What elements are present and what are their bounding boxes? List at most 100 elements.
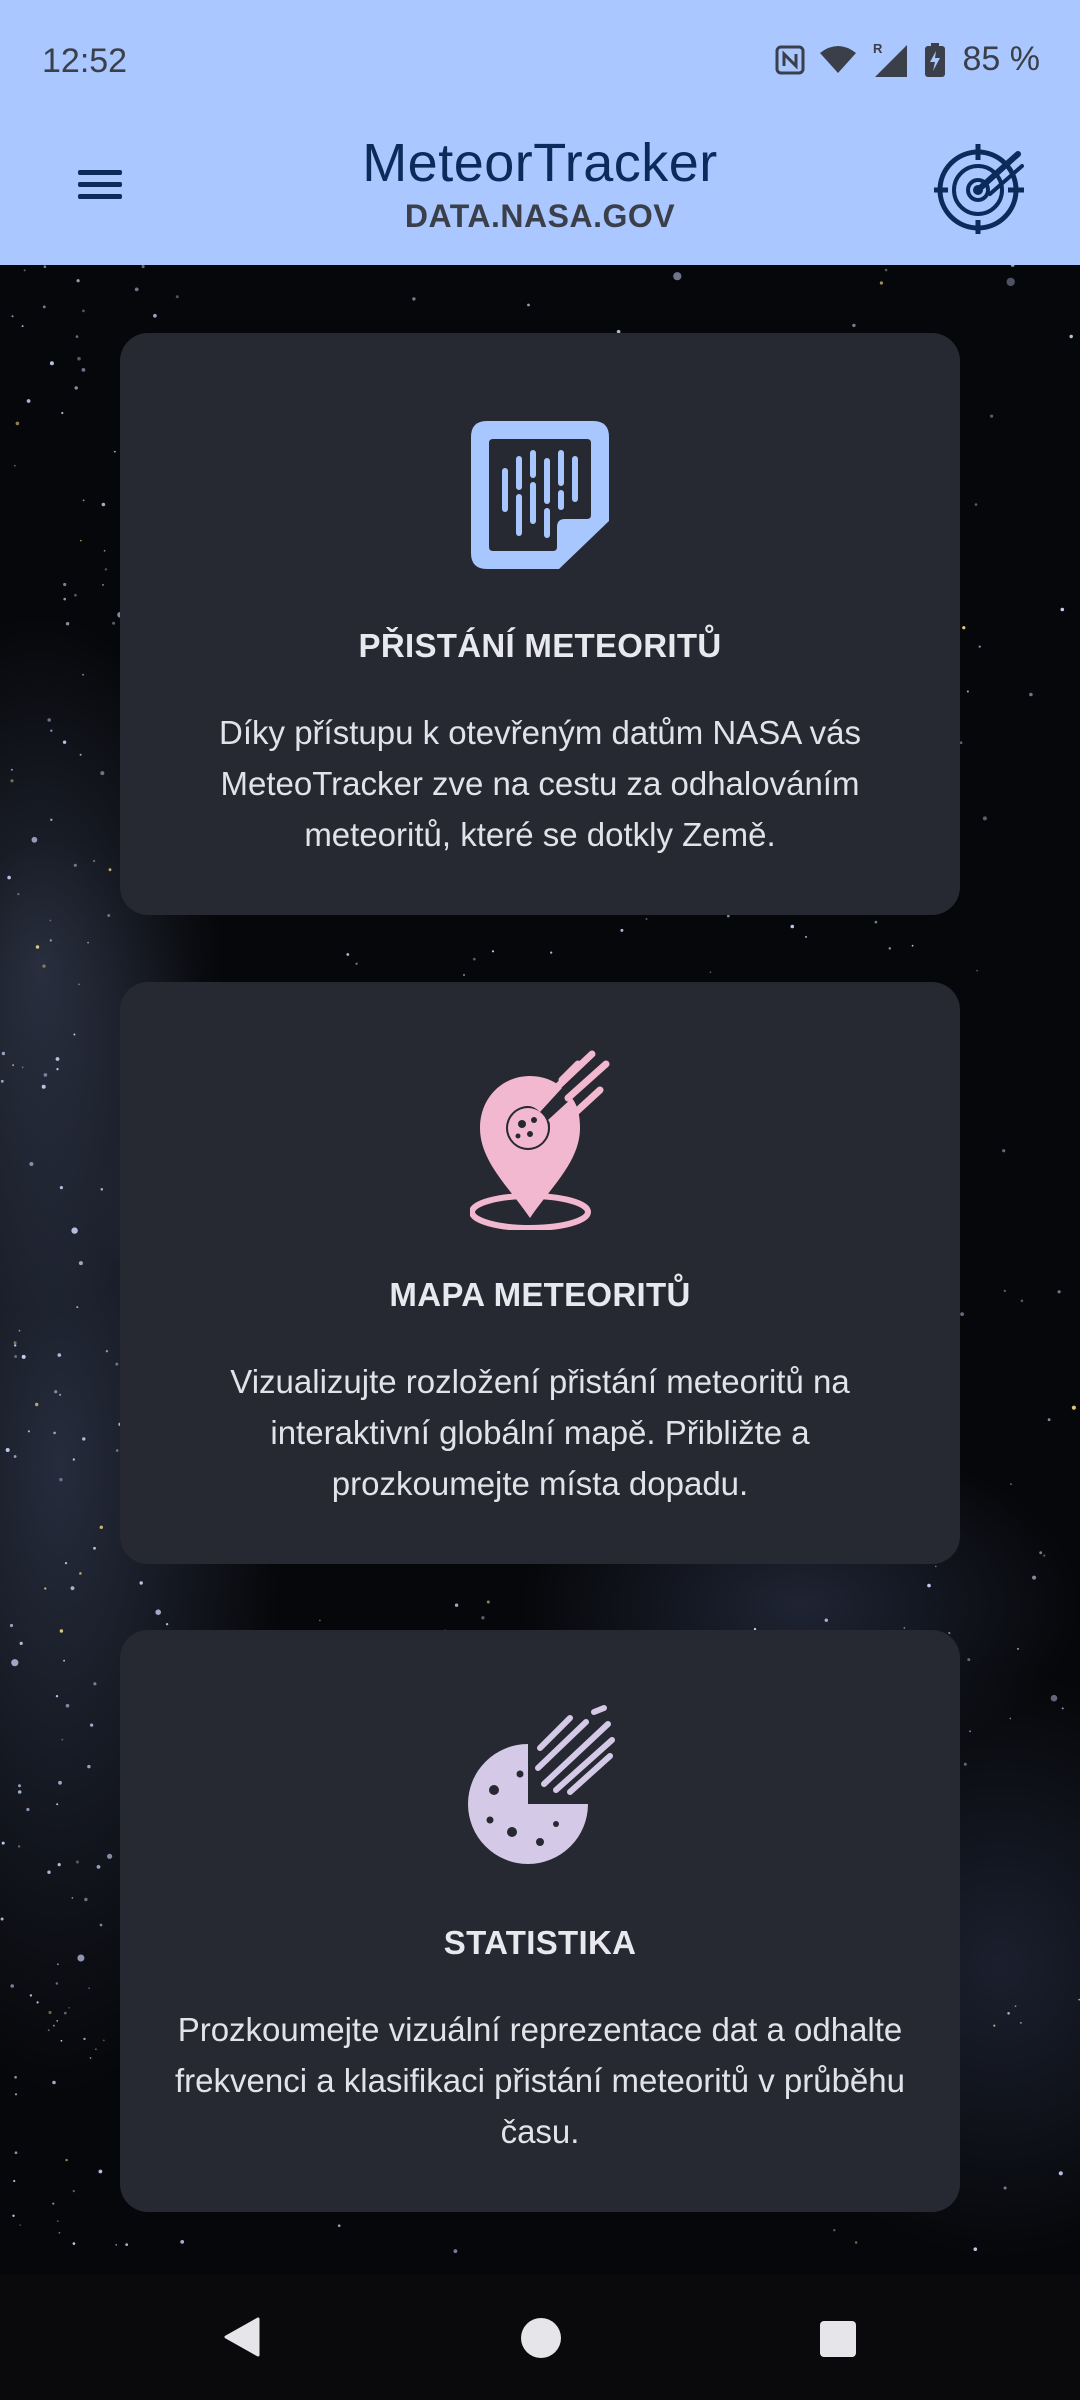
star <box>13 1455 17 1458</box>
star <box>79 1572 82 1575</box>
star <box>888 947 891 950</box>
star <box>1050 1694 1058 1702</box>
star <box>974 503 978 506</box>
star <box>56 1803 59 1806</box>
star <box>11 1659 19 1667</box>
star <box>82 499 85 502</box>
card-description: Vizualizujte rozložení přistání meteorit… <box>230 1363 850 1502</box>
star <box>47 1870 51 1874</box>
star <box>78 983 80 986</box>
star <box>153 313 157 318</box>
meteorite-landings-icon <box>467 417 613 573</box>
star <box>76 279 80 283</box>
star <box>56 2020 59 2022</box>
star <box>1010 265 1015 267</box>
star <box>99 1923 103 1927</box>
star <box>1003 2186 1007 2190</box>
star <box>72 1458 75 1461</box>
star <box>14 2151 18 2154</box>
star <box>64 2011 67 2015</box>
card-statistics[interactable]: STATISTIKA Prozkoumejte vizuální repreze… <box>120 1630 960 2212</box>
star <box>49 939 52 942</box>
star <box>62 740 67 744</box>
star <box>76 1306 79 1309</box>
star <box>727 914 730 918</box>
star <box>47 2029 50 2032</box>
star <box>98 2169 103 2174</box>
star <box>102 583 104 586</box>
star <box>26 1807 30 1812</box>
star <box>108 868 112 872</box>
star <box>12 1064 14 1066</box>
svg-text:R: R <box>873 41 883 56</box>
star <box>96 1865 101 1869</box>
star <box>75 1860 79 1864</box>
star <box>57 1353 62 1357</box>
home-icon[interactable] <box>519 2316 563 2365</box>
star <box>100 1188 104 1191</box>
star <box>74 386 78 390</box>
star <box>10 1984 14 1988</box>
star <box>82 1437 86 1441</box>
star <box>68 2007 70 2009</box>
star <box>1058 2171 1063 2176</box>
star <box>854 2241 858 2244</box>
star <box>969 1730 971 1733</box>
star <box>15 421 20 426</box>
star <box>81 368 86 372</box>
star <box>993 2024 996 2027</box>
star <box>93 1682 97 1686</box>
star <box>63 597 66 601</box>
star <box>155 1609 161 1615</box>
star <box>95 2048 97 2050</box>
star <box>77 1954 85 1962</box>
star <box>1020 1299 1024 1303</box>
radar-button[interactable] <box>932 140 1028 236</box>
star <box>65 622 70 626</box>
star <box>1060 607 1065 612</box>
star <box>19 1641 23 1645</box>
wifi-icon <box>819 45 857 75</box>
star <box>139 1581 143 1585</box>
star <box>72 2189 76 2193</box>
star <box>125 2243 129 2246</box>
star <box>550 951 553 954</box>
star <box>10 768 13 771</box>
star <box>960 1312 964 1316</box>
battery-percent: 85 % <box>962 40 1041 78</box>
star <box>1071 1405 1076 1410</box>
star <box>74 593 77 597</box>
recents-icon[interactable] <box>818 2319 858 2364</box>
card-meteorite-landings[interactable]: PŘISTÁNÍ METEORITŮ Díky přístupu k otevř… <box>120 333 960 915</box>
star <box>13 2179 16 2183</box>
back-icon[interactable] <box>220 2315 264 2364</box>
star <box>0 1917 4 1921</box>
star <box>115 1362 119 1366</box>
card-description: Prozkoumejte vizuální reprezentace dat a… <box>175 2011 905 2150</box>
star <box>63 1659 65 1662</box>
star <box>927 1583 931 1588</box>
star <box>620 928 624 932</box>
star <box>337 2224 341 2227</box>
star <box>59 1477 63 1482</box>
star <box>47 718 51 722</box>
card-meteor-map[interactable]: MAPA METEORITŮ Vizualizujte rozložení př… <box>120 982 960 1564</box>
nfc-icon <box>775 45 805 75</box>
star <box>21 325 24 328</box>
star <box>65 1703 70 1708</box>
star <box>41 1084 46 1089</box>
star <box>1007 2012 1010 2015</box>
star <box>7 875 11 880</box>
star <box>70 1586 75 1591</box>
star <box>36 2001 39 2004</box>
star <box>58 2231 61 2234</box>
star <box>102 2039 105 2042</box>
star <box>9 1623 14 1628</box>
star <box>79 539 82 542</box>
star <box>935 1565 937 1568</box>
star <box>527 303 530 307</box>
app-subtitle: DATA.NASA.GOV <box>404 198 676 234</box>
star <box>61 411 64 415</box>
star <box>52 2080 56 2085</box>
meteor-map-pin-icon <box>469 1050 610 1231</box>
